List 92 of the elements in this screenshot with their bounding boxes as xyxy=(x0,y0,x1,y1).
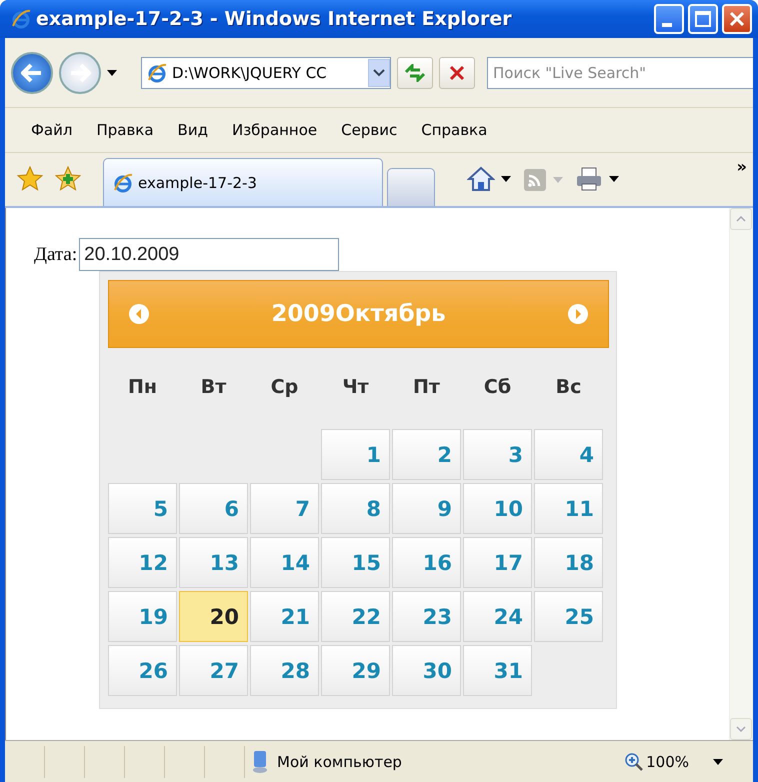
zoom-icon xyxy=(625,752,644,770)
security-zone-label: Мой компьютер xyxy=(277,752,402,770)
weekday-label: Вт xyxy=(200,375,228,400)
toolbar-overflow-button[interactable]: » xyxy=(736,157,747,176)
ie-logo-icon xyxy=(146,62,168,84)
calendar-day[interactable]: 30 xyxy=(392,645,461,696)
caret-icon xyxy=(553,177,563,183)
next-month-icon[interactable] xyxy=(568,304,588,324)
calendar-day[interactable]: 2 xyxy=(392,429,461,480)
calendar-day[interactable]: 24 xyxy=(463,591,532,642)
calendar-day[interactable]: 21 xyxy=(250,591,319,642)
field-label: Дата: xyxy=(34,244,78,266)
caret-icon xyxy=(501,176,511,182)
close-icon xyxy=(729,11,745,27)
caret-icon xyxy=(609,176,619,182)
menu-item[interactable]: Справка xyxy=(409,117,500,143)
menu-item[interactable]: Правка xyxy=(84,117,166,143)
weekday-label: Чт xyxy=(341,375,370,400)
address-field[interactable]: D:\WORK\JQUERY CC xyxy=(141,56,391,88)
calendar-day[interactable]: 7 xyxy=(250,483,319,534)
calendar-day[interactable]: 27 xyxy=(179,645,248,696)
calendar-day[interactable]: 31 xyxy=(463,645,532,696)
star-icon xyxy=(17,166,43,192)
calendar-day[interactable]: 5 xyxy=(108,483,177,534)
new-tab-button[interactable] xyxy=(387,168,435,206)
minimize-icon xyxy=(662,23,672,27)
calendar-day[interactable]: 12 xyxy=(108,537,177,588)
stop-x-icon xyxy=(449,64,465,80)
calendar-day[interactable]: 4 xyxy=(534,429,603,480)
calendar-day[interactable]: 3 xyxy=(463,429,532,480)
date-field[interactable]: 20.10.2009 xyxy=(79,238,340,271)
refresh-button[interactable] xyxy=(397,56,433,88)
menu-item[interactable]: Вид xyxy=(166,117,220,143)
calendar-day[interactable]: 20 xyxy=(179,591,248,642)
calendar-day[interactable]: 8 xyxy=(321,483,390,534)
calendar-day[interactable]: 29 xyxy=(321,645,390,696)
calendar-day[interactable]: 16 xyxy=(392,537,461,588)
calendar-day[interactable]: 28 xyxy=(250,645,319,696)
calendar-day[interactable]: 17 xyxy=(463,537,532,588)
stop-button[interactable] xyxy=(439,56,475,88)
scroll-down-button[interactable] xyxy=(730,718,752,740)
menu-item[interactable]: Файл xyxy=(19,117,84,143)
refresh-arrows-icon xyxy=(404,64,426,82)
home-icon xyxy=(467,166,495,192)
weekday-label: Ср xyxy=(270,375,300,400)
weekday-label: Пт xyxy=(412,375,441,400)
forward-button[interactable] xyxy=(59,52,101,94)
calendar-title: 2009Октябрь xyxy=(271,301,446,327)
calendar-day[interactable]: 22 xyxy=(321,591,390,642)
printer-icon xyxy=(575,166,603,192)
caret-icon xyxy=(713,758,723,764)
calendar-day[interactable]: 18 xyxy=(534,537,603,588)
chevron-down-icon xyxy=(373,68,385,76)
calendar-day[interactable]: 23 xyxy=(392,591,461,642)
feed-icon xyxy=(523,168,547,192)
weekday-label: Пн xyxy=(126,375,158,400)
calendar-day[interactable]: 9 xyxy=(392,483,461,534)
ie-logo-icon xyxy=(10,8,32,30)
calendar-day[interactable]: 19 xyxy=(108,591,177,642)
window-title: example-17-2-3 - Windows Internet Explorer xyxy=(36,8,513,30)
calendar-day[interactable]: 1 xyxy=(321,429,390,480)
menu-item[interactable]: Сервис xyxy=(329,117,410,143)
close-button[interactable] xyxy=(722,4,752,34)
calendar-day[interactable]: 13 xyxy=(179,537,248,588)
weekday-label: Вс xyxy=(554,375,582,400)
calendar-day[interactable]: 15 xyxy=(321,537,390,588)
maximize-icon xyxy=(695,11,711,27)
browser-tab[interactable]: example-17-2-3 xyxy=(103,158,383,206)
back-button[interactable] xyxy=(11,52,53,94)
calendar-day[interactable]: 11 xyxy=(534,483,603,534)
calendar-day[interactable]: 26 xyxy=(108,645,177,696)
calendar-day[interactable]: 6 xyxy=(179,483,248,534)
address-dropdown-button[interactable] xyxy=(368,58,390,86)
caret-icon xyxy=(107,70,117,76)
chevron-down-icon xyxy=(736,726,746,732)
weekday-label: Сб xyxy=(482,375,512,400)
maximize-button[interactable] xyxy=(688,4,718,34)
search-field[interactable]: Поиск "Live Search" xyxy=(487,56,753,88)
ie-logo-icon xyxy=(112,172,134,194)
computer-icon xyxy=(251,750,269,774)
calendar-day[interactable]: 14 xyxy=(250,537,319,588)
right-arrow-icon xyxy=(69,62,91,82)
previous-month-icon[interactable] xyxy=(129,304,149,324)
scroll-up-button[interactable] xyxy=(730,208,752,230)
calendar-day[interactable]: 10 xyxy=(463,483,532,534)
star-plus-icon xyxy=(55,166,81,192)
menu-item[interactable]: Избранное xyxy=(220,117,330,143)
zoom-level-button[interactable]: 100% xyxy=(646,752,689,770)
minimize-button[interactable] xyxy=(654,4,684,34)
calendar-day[interactable]: 25 xyxy=(534,591,603,642)
left-arrow-icon xyxy=(21,62,43,82)
chevron-up-icon xyxy=(736,216,746,222)
